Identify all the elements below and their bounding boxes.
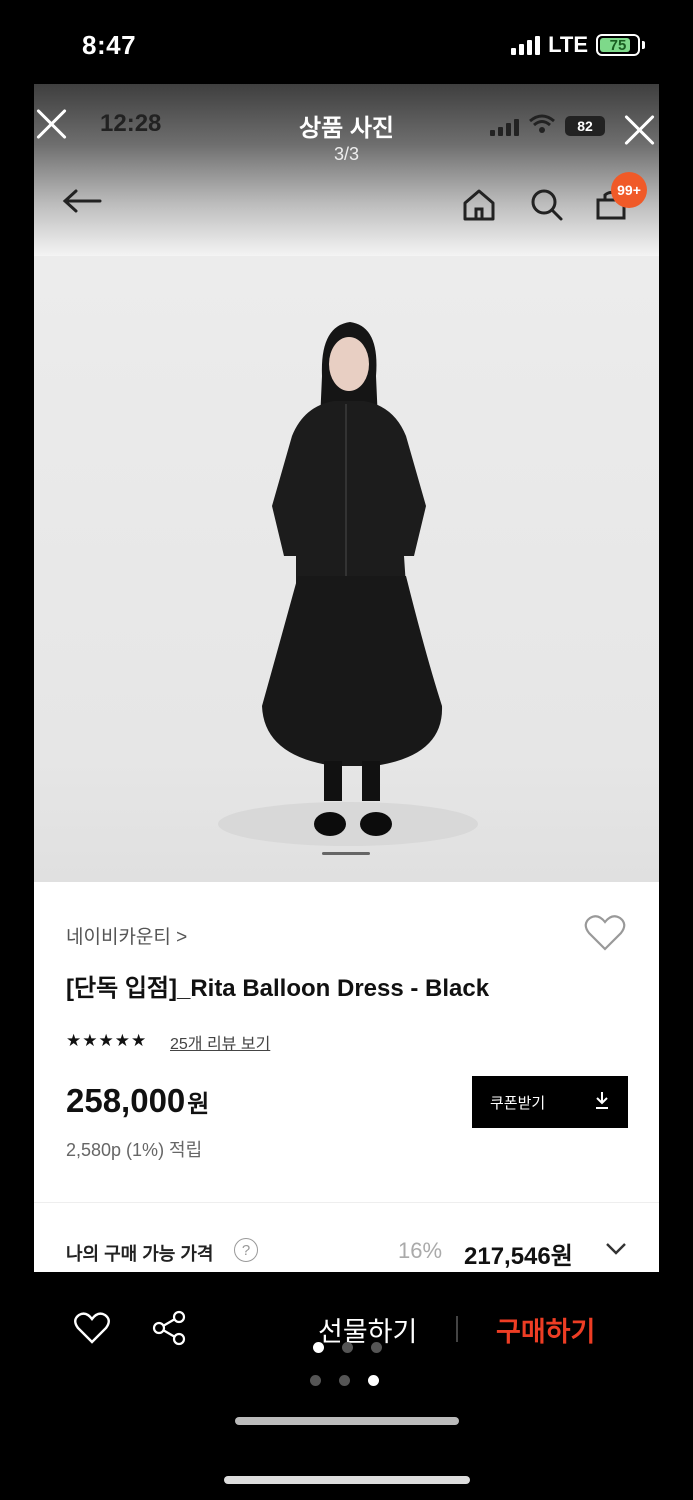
divider bbox=[34, 1202, 659, 1203]
wishlist-heart-icon[interactable] bbox=[584, 914, 626, 957]
share-icon[interactable] bbox=[152, 1310, 186, 1351]
home-icon[interactable] bbox=[462, 188, 496, 222]
page-dot bbox=[310, 1375, 321, 1386]
back-arrow-icon[interactable] bbox=[62, 188, 104, 214]
help-icon[interactable]: ? bbox=[234, 1238, 258, 1262]
signal-icon bbox=[490, 116, 519, 136]
page-dot bbox=[368, 1375, 379, 1386]
reward-points: 2,580p (1%) 적립 bbox=[66, 1140, 203, 1160]
signal-icon bbox=[511, 35, 541, 55]
product-photo[interactable] bbox=[34, 256, 659, 882]
photo-pager-indicator bbox=[322, 852, 370, 855]
page-dot bbox=[313, 1342, 324, 1353]
heart-icon[interactable] bbox=[74, 1312, 110, 1349]
product-price: 258,000원 bbox=[66, 1082, 209, 1120]
outer-status-icons: LTE 75 bbox=[511, 32, 645, 58]
home-indicator[interactable] bbox=[224, 1476, 470, 1484]
battery-icon: 82 bbox=[565, 116, 605, 136]
page-dot bbox=[342, 1342, 353, 1353]
page-dot bbox=[339, 1375, 350, 1386]
coupon-label: 쿠폰받기 bbox=[490, 1094, 546, 1112]
battery-tip bbox=[642, 41, 645, 49]
close-icon[interactable] bbox=[622, 112, 656, 146]
review-link[interactable]: 25개 리뷰 보기 bbox=[170, 1030, 270, 1054]
price-unit: 원 bbox=[187, 1091, 210, 1118]
inner-home-indicator bbox=[235, 1417, 459, 1425]
page-dot bbox=[371, 1342, 382, 1353]
download-icon bbox=[594, 1091, 610, 1113]
model-figure bbox=[218, 322, 478, 846]
discount-rate: 16% bbox=[398, 1238, 443, 1263]
coupon-button[interactable]: 쿠폰받기 bbox=[472, 1076, 628, 1128]
rating-stars: ★★★★★ bbox=[66, 1031, 148, 1050]
search-icon[interactable] bbox=[530, 188, 564, 222]
network-label: LTE bbox=[548, 32, 588, 57]
product-title: [단독 입점]_Rita Balloon Dress - Black bbox=[66, 975, 490, 1002]
my-price-label: 나의 구매 가능 가격 bbox=[66, 1244, 214, 1264]
price-value: 258,000 bbox=[66, 1082, 186, 1119]
brand-link[interactable]: 네이비카운티 > bbox=[66, 922, 187, 949]
cart-badge: 99+ bbox=[611, 172, 647, 208]
outer-status-time: 8:47 bbox=[82, 30, 137, 60]
inner-status-icons: 82 bbox=[490, 114, 605, 138]
viewer-count: 3/3 bbox=[333, 144, 360, 164]
page-dots-upper bbox=[313, 1342, 382, 1353]
battery-icon: 75 bbox=[596, 34, 640, 56]
wifi-icon bbox=[529, 114, 555, 138]
separator bbox=[456, 1316, 458, 1342]
buy-button[interactable]: 구매하기 bbox=[496, 1310, 595, 1349]
battery-level: 75 bbox=[609, 36, 627, 54]
screenshot-frame: 12:28 상품 사진 3/3 82 99+ 네이비카운티 > [단독 입점]_… bbox=[34, 84, 659, 1272]
page-dots-lower bbox=[310, 1375, 379, 1386]
discount-price: 217,546원 bbox=[464, 1243, 573, 1270]
chevron-down-icon[interactable] bbox=[604, 1236, 628, 1265]
